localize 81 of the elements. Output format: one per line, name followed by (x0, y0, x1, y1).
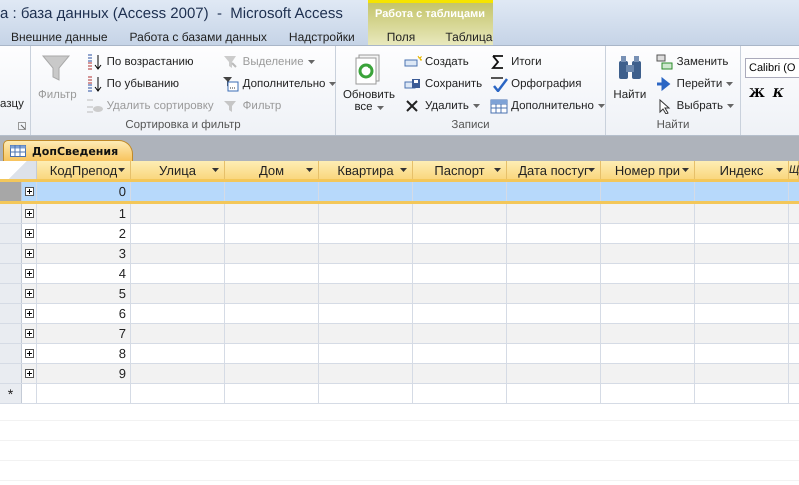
caret-icon (376, 106, 384, 110)
table-cell: 2 (37, 224, 131, 243)
column-header[interactable]: Улица (131, 161, 225, 179)
table-cell: 3 (37, 244, 131, 263)
command-button[interactable]: Орфография (488, 73, 607, 95)
caret-icon (727, 104, 734, 108)
table-cell: 4 (37, 264, 131, 283)
expand-icon[interactable] (24, 229, 34, 238)
table-cell: 1 (37, 204, 131, 223)
command-button[interactable]: Удалить (402, 95, 484, 117)
advanced-filter-icon (222, 76, 240, 92)
group-label: Записи (450, 119, 491, 133)
caret-icon (598, 104, 605, 108)
clear-sort-icon (86, 98, 104, 114)
sort-ascending-icon (86, 54, 104, 70)
command-button[interactable]: Дополнительно (488, 95, 607, 117)
expand-icon[interactable] (24, 329, 34, 338)
font-name-field[interactable]: Calibri (О (745, 58, 799, 78)
column-header[interactable]: Паспорт (413, 161, 507, 179)
expand-icon[interactable] (24, 369, 34, 378)
font-style-button[interactable]: Ж (745, 86, 769, 100)
window-title: а : база данных (Access 2007) - Microsoft Access (0, 5, 343, 22)
caret-icon (400, 168, 407, 172)
expand-icon[interactable] (24, 309, 34, 318)
new-record-marker: * (8, 386, 14, 402)
ribbon-tab[interactable]: Поля (372, 27, 430, 47)
command-button[interactable]: Заменить (654, 51, 736, 73)
caret-icon (776, 168, 783, 172)
ribbon-tab[interactable]: Работа с базами данных (118, 27, 278, 47)
caret-icon (118, 168, 125, 172)
column-header[interactable]: Щ (789, 161, 799, 179)
table-cell: 8 (37, 344, 131, 363)
expand-icon[interactable] (24, 187, 34, 196)
command-button[interactable]: По возрастанию (84, 51, 216, 73)
ribbon-tab[interactable]: Внешние данные (0, 27, 118, 47)
table-icon (10, 145, 26, 157)
caret-icon (329, 82, 336, 86)
column-header[interactable]: Индекс (695, 161, 789, 179)
command-button[interactable]: Выбрать (654, 95, 736, 117)
caret-icon (588, 168, 595, 172)
expand-icon[interactable] (24, 289, 34, 298)
document-tab[interactable]: ДопСведения (3, 140, 134, 161)
caret-icon (308, 60, 315, 64)
caret-icon (472, 104, 480, 108)
table-cell: 9 (37, 364, 131, 383)
column-header[interactable]: Квартира (319, 161, 413, 179)
group-command[interactable]: азцу (0, 98, 24, 110)
table-cell: 6 (37, 304, 131, 323)
table-cell: 5 (37, 284, 131, 303)
group-label: Найти (656, 119, 690, 133)
command-button[interactable]: Сохранить (402, 73, 484, 95)
caret-icon (726, 82, 734, 86)
large-command-button[interactable]: Обновить все (340, 51, 398, 119)
command-button[interactable]: Дополнительно (220, 73, 338, 95)
caret-icon (212, 168, 219, 172)
spelling-icon (490, 76, 508, 92)
column-header[interactable]: Дата постуг (507, 161, 601, 179)
column-header[interactable]: КодПрепод (37, 161, 131, 179)
large-command-button[interactable]: Найти (610, 51, 650, 119)
command-button[interactable]: Перейти (654, 73, 736, 95)
expand-icon[interactable] (24, 209, 34, 218)
command-button[interactable]: Итоги (488, 51, 607, 73)
expand-icon[interactable] (24, 249, 34, 258)
column-header[interactable]: Дом (225, 161, 319, 179)
caret-icon (494, 168, 501, 172)
expand-icon[interactable] (24, 349, 34, 358)
caret-icon (306, 168, 313, 172)
expand-icon[interactable] (24, 269, 34, 278)
column-header[interactable]: Номер при (601, 161, 695, 179)
command-button[interactable]: По убыванию (84, 73, 216, 95)
sort-descending-icon (86, 76, 104, 92)
ribbon-tab[interactable]: Надстройки (278, 27, 366, 47)
caret-icon (682, 168, 689, 172)
ribbon-tab[interactable]: Таблица (430, 27, 508, 47)
font-style-button[interactable]: К (768, 86, 788, 100)
command-button[interactable]: Создать (402, 51, 484, 73)
table-cell: 7 (37, 324, 131, 343)
group-label: Сортировка и фильтр (124, 119, 242, 133)
table-icon (490, 98, 508, 114)
dialog-launcher-icon[interactable] (18, 122, 26, 130)
table-cell: 0 (37, 182, 131, 201)
